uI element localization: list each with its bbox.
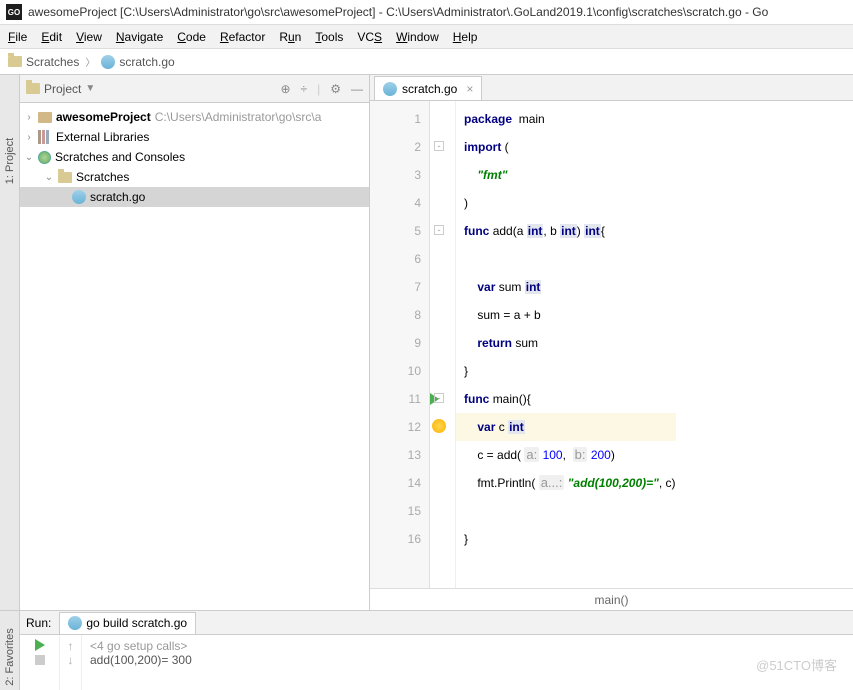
tree-ext-libs[interactable]: › External Libraries [20,127,369,147]
window-title: awesomeProject [C:\Users\Administrator\g… [28,5,768,19]
project-pane: Project ▼ ⊕ ÷ | ⚙ — › awesomeProject C:\… [20,75,370,610]
lightbulb-icon[interactable] [432,419,446,433]
chevron-down-icon: ▼ [85,83,95,94]
menu-run[interactable]: Run [279,30,301,44]
tree-root-name: awesomeProject [56,110,151,124]
chevron-down-icon: ⌄ [24,152,34,163]
code-content[interactable]: package main import ( "fmt" ) func add(a… [456,101,676,588]
tree-file-scratch[interactable]: scratch.go [20,187,369,207]
fold-icon[interactable]: - [434,393,444,403]
go-file-icon [68,616,82,630]
tree-root[interactable]: › awesomeProject C:\Users\Administrator\… [20,107,369,127]
line-gutter: 12345678910 11 1213141516 [370,101,430,588]
menu-view[interactable]: View [76,30,102,44]
main-area: 1: Project Project ▼ ⊕ ÷ | ⚙ — › awesome… [0,75,853,610]
editor-pane: scratch.go × 12345678910 11 1213141516 -… [370,75,853,610]
target-icon[interactable]: ⊕ [280,82,290,96]
gear-icon[interactable]: ⚙ [330,82,341,96]
sidebar-favorites-tab[interactable]: 2: Favorites [4,628,16,685]
project-icon [38,112,52,123]
collapse-icon[interactable]: ÷ [301,82,308,96]
menu-refactor[interactable]: Refactor [220,30,265,44]
menu-vcs[interactable]: VCS [357,30,382,44]
run-toolbar [20,635,60,690]
library-icon [38,130,52,144]
menu-code[interactable]: Code [177,30,206,44]
tab-label: scratch.go [402,82,457,96]
menu-bar: File Edit View Navigate Code Refactor Ru… [0,25,853,49]
sidebar-project-tab[interactable]: 1: Project [4,138,16,184]
go-file-icon [72,190,86,204]
fold-icon[interactable]: - [434,225,444,235]
folder-icon [58,172,72,183]
nav-root-label: Scratches [26,55,79,69]
rerun-button[interactable] [35,639,45,651]
hide-icon[interactable]: — [351,82,363,96]
run-output[interactable]: <4 go setup calls> add(100,200)= 300 [82,635,200,690]
run-tool-window: 2: Favorites Run: go build scratch.go ↑ … [0,610,853,690]
menu-tools[interactable]: Tools [315,30,343,44]
run-header: Run: go build scratch.go [20,611,853,635]
chevron-right-icon: 〉 [85,54,95,69]
run-setup-calls: <4 go setup calls> [90,639,192,653]
chevron-right-icon: › [24,132,34,143]
nav-file-label: scratch.go [119,55,174,69]
tree-root-path: C:\Users\Administrator\go\src\a [155,110,322,124]
project-pane-title[interactable]: Project ▼ [26,82,280,96]
run-label: Run: [26,616,51,630]
menu-edit[interactable]: Edit [41,30,62,44]
chevron-down-icon: ⌄ [44,172,54,183]
tab-scratch[interactable]: scratch.go × [374,76,482,100]
close-icon[interactable]: × [466,82,473,96]
folder-icon [8,56,22,67]
chevron-right-icon: › [24,112,34,123]
menu-navigate[interactable]: Navigate [116,30,163,44]
editor-tabs: scratch.go × [370,75,853,101]
go-file-icon [383,82,397,96]
tree-scratches-consoles[interactable]: ⌄ Scratches and Consoles [20,147,369,167]
left-tool-strip: 1: Project [0,75,20,610]
tree-scratches[interactable]: ⌄ Scratches [20,167,369,187]
nav-file[interactable]: scratch.go [101,55,174,69]
menu-file[interactable]: File [8,30,27,44]
project-tree: › awesomeProject C:\Users\Administrator\… [20,103,369,211]
project-pane-header: Project ▼ ⊕ ÷ | ⚙ — [20,75,369,103]
left-tool-strip-bottom: 2: Favorites [0,611,20,690]
title-bar: GO awesomeProject [C:\Users\Administrato… [0,0,853,25]
fold-gutter: - - - [430,101,456,588]
run-config-tab[interactable]: go build scratch.go [59,612,196,634]
up-icon[interactable]: ↑ [60,639,81,653]
scratches-icon [38,151,51,164]
app-icon: GO [6,4,22,20]
stop-button[interactable] [35,655,45,665]
menu-window[interactable]: Window [396,30,439,44]
nav-bar: Scratches 〉 scratch.go [0,49,853,75]
down-icon[interactable]: ↓ [60,653,81,667]
menu-help[interactable]: Help [453,30,478,44]
folder-icon [26,83,40,94]
breadcrumb[interactable]: main() [370,588,853,610]
code-area[interactable]: 12345678910 11 1213141516 - - - package … [370,101,853,588]
go-file-icon [101,55,115,69]
fold-icon[interactable]: - [434,141,444,151]
run-result: add(100,200)= 300 [90,653,192,667]
nav-root[interactable]: Scratches [8,55,79,69]
